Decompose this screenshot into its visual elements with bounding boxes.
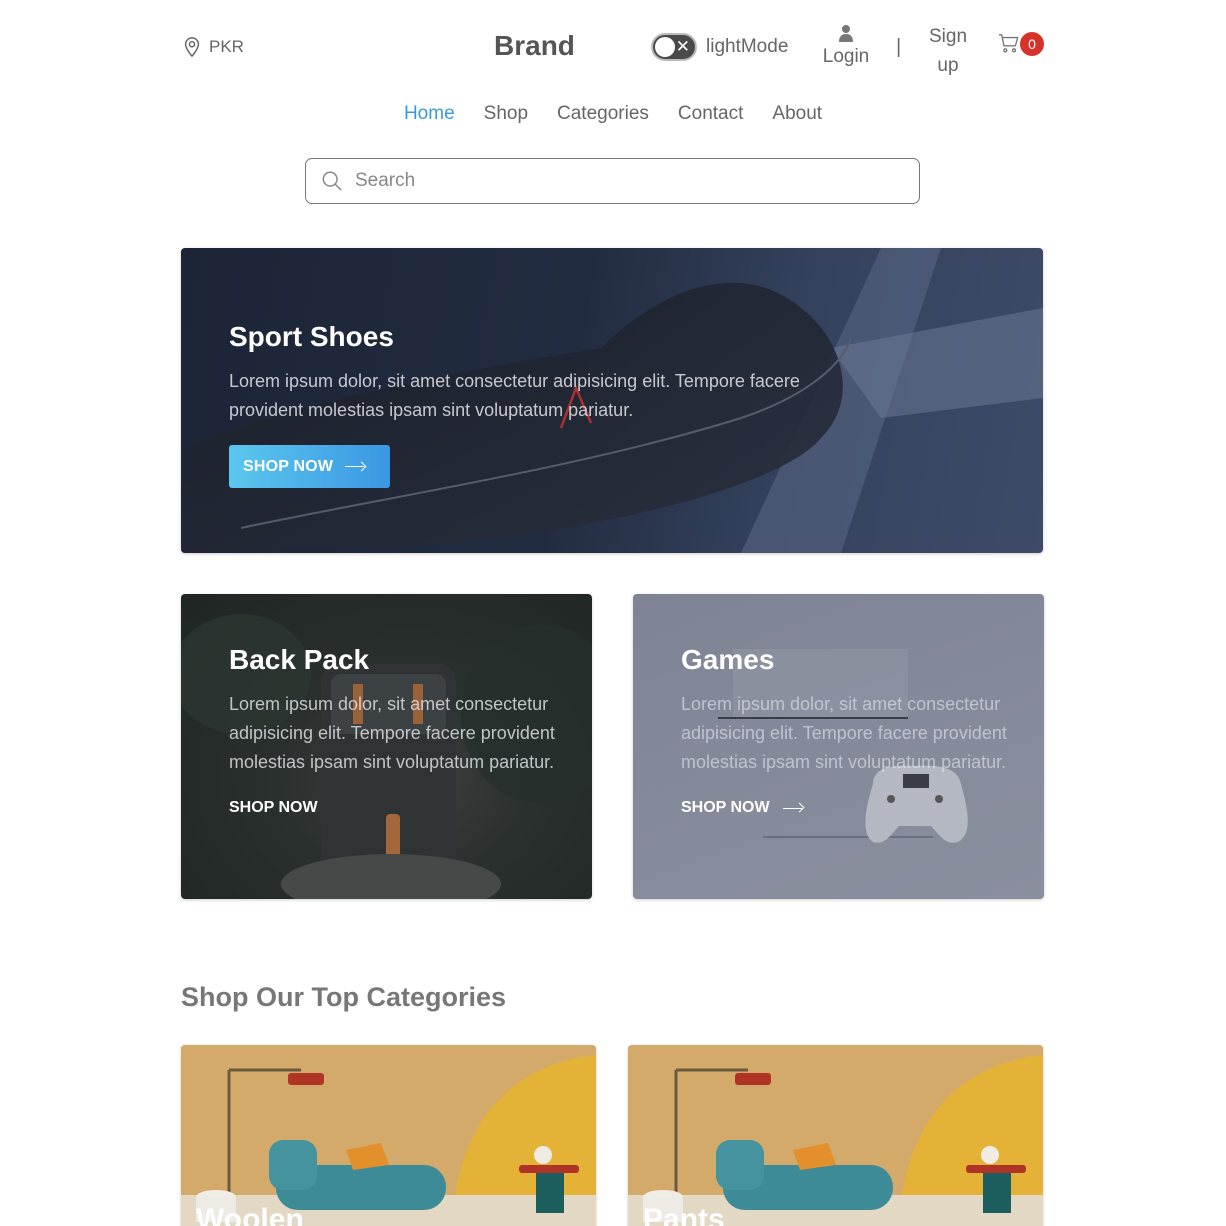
site-header: PKR Brand ✕ lightMode Login | Sign up 0 xyxy=(0,0,1226,90)
banner-games: Games Lorem ipsum dolor, sit amet consec… xyxy=(633,594,1044,899)
user-icon xyxy=(839,25,853,42)
map-pin-icon xyxy=(184,37,200,58)
arrow-right-icon xyxy=(345,462,365,472)
banner-title: Games xyxy=(681,644,775,675)
search-input[interactable] xyxy=(355,170,875,192)
cart-count-badge: 0 xyxy=(1020,32,1044,56)
main-nav: Home Shop Categories Contact About xyxy=(0,103,1226,125)
category-label: Woolen xyxy=(196,1203,304,1226)
shop-now-label: SHOP NOW xyxy=(243,457,334,475)
theme-mode-label: lightMode xyxy=(706,36,789,57)
login-label: Login xyxy=(822,46,870,67)
banner-title: Back Pack xyxy=(229,644,370,675)
theme-toggle-group: ✕ lightMode xyxy=(651,33,788,61)
shop-now-label: SHOP NOW xyxy=(681,799,770,816)
banner-content: Back Pack Lorem ipsum dolor, sit amet co… xyxy=(229,644,559,817)
cart-icon xyxy=(998,34,1019,53)
shop-now-button[interactable]: SHOP NOW xyxy=(229,445,391,488)
banner-content: Sport Shoes Lorem ipsum dolor, sit amet … xyxy=(229,321,819,488)
close-icon: ✕ xyxy=(675,37,690,56)
banner-description: Lorem ipsum dolor, sit amet consectetur … xyxy=(681,694,1007,772)
banner-description: Lorem ipsum dolor, sit amet consectetur … xyxy=(229,371,800,420)
signup-link[interactable]: Sign up xyxy=(922,22,974,80)
arrow-right-icon xyxy=(782,803,803,813)
login-link[interactable]: Login xyxy=(818,24,874,68)
category-image xyxy=(628,1045,1043,1226)
shop-now-link[interactable]: SHOP NOW xyxy=(681,799,803,817)
nav-item-contact[interactable]: Contact xyxy=(678,103,743,125)
currency-selector[interactable]: PKR xyxy=(182,36,244,58)
category-image xyxy=(181,1045,596,1226)
search-icon xyxy=(322,171,342,191)
nav-item-shop[interactable]: Shop xyxy=(484,103,528,125)
nav-item-about[interactable]: About xyxy=(772,103,822,125)
shop-now-link[interactable]: SHOP NOW xyxy=(229,799,318,817)
section-title: Shop Our Top Categories xyxy=(181,982,507,1012)
category-label: Pants xyxy=(643,1203,725,1226)
cart-button[interactable]: 0 xyxy=(998,32,1044,59)
currency-label: PKR xyxy=(209,37,244,56)
banner-sport-shoes: Sport Shoes Lorem ipsum dolor, sit amet … xyxy=(181,248,1043,553)
theme-toggle[interactable]: ✕ xyxy=(651,33,697,61)
banner-description: Lorem ipsum dolor, sit amet consectetur … xyxy=(229,694,555,772)
search-bar xyxy=(305,158,920,204)
banner-content: Games Lorem ipsum dolor, sit amet consec… xyxy=(681,644,1011,817)
banner-title: Sport Shoes xyxy=(229,321,394,352)
nav-item-categories[interactable]: Categories xyxy=(557,103,649,125)
brand-logo[interactable]: Brand xyxy=(494,30,575,62)
category-card-pants[interactable]: Pants xyxy=(628,1045,1043,1226)
banner-backpack: Back Pack Lorem ipsum dolor, sit amet co… xyxy=(181,594,592,899)
toggle-knob xyxy=(655,37,675,57)
category-card-woolen[interactable]: Woolen xyxy=(181,1045,596,1226)
header-divider: | xyxy=(896,36,902,58)
nav-item-home[interactable]: Home xyxy=(404,103,455,125)
shop-now-label: SHOP NOW xyxy=(229,799,318,816)
